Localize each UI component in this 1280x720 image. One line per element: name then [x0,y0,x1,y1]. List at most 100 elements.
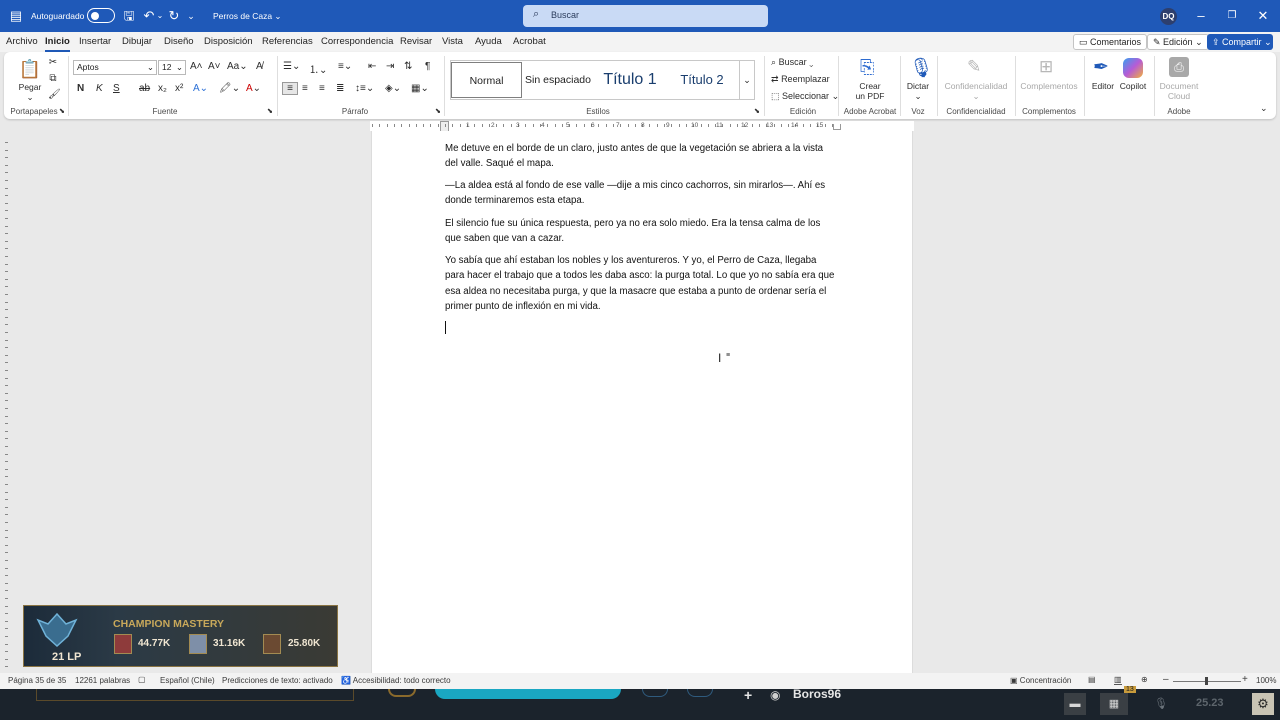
editing-mode-button[interactable]: ✎ Edición ⌄ [1147,34,1209,50]
format-painter-icon[interactable]: 🖌 [48,89,61,100]
comments-button[interactable]: ▭ Comentarios [1073,34,1148,50]
proofing-icon[interactable]: ▢ [138,675,146,684]
italic-button[interactable]: K [96,83,103,94]
create-pdf-button[interactable]: Crear un PDF [850,81,890,101]
language-indicator[interactable]: Español (Chile) [160,676,215,685]
style-normal[interactable]: Normal [451,62,522,98]
clear-format-icon[interactable]: A̸ [256,61,263,72]
search-box[interactable]: ⌕ Buscar [523,5,768,27]
font-launcher-icon[interactable]: ⬊ [267,107,273,115]
document-page[interactable] [371,131,913,673]
copilot-icon[interactable] [1123,58,1143,78]
decrease-indent-icon[interactable]: ⇤ [368,61,376,72]
bold-button[interactable]: N [77,83,84,94]
style-no-spacing[interactable]: Sin espaciado [522,62,594,98]
collapse-ribbon-icon[interactable]: ⌄ [1260,103,1268,114]
shading-icon[interactable]: ◈⌄ [385,83,401,94]
focus-mode-button[interactable]: ▣ Concentración [1010,676,1071,685]
underline-button[interactable]: S [113,83,120,94]
subscript-icon[interactable]: x₂ [158,83,167,94]
borders-icon[interactable]: ▦⌄ [411,83,429,94]
word-count[interactable]: 12261 palabras [75,676,130,685]
accessibility-checker[interactable]: ♿ Accesibilidad: todo correcto [341,676,451,685]
dictate-button[interactable]: Dictar ⌄ [903,81,933,101]
document-title[interactable]: Perros de Caza ⌄ [213,11,282,22]
word-app-icon[interactable]: ▤ [8,0,24,32]
tab-inicio[interactable]: Inicio [45,32,70,52]
avatar[interactable]: DQ [1160,8,1177,25]
font-color-icon[interactable]: A⌄ [246,83,261,94]
autosave-toggle[interactable] [87,8,115,23]
restore-icon[interactable]: ❐ [1224,0,1240,32]
read-mode-icon[interactable]: ▤ [1088,675,1096,684]
multilevel-list-icon[interactable]: ≡⌄ [338,61,352,72]
editor-button[interactable]: Editor [1088,81,1118,91]
tab-disposicion[interactable]: Disposición [204,32,253,52]
strikethrough-icon[interactable]: ab [139,83,150,94]
save-icon[interactable]: 🖫 [121,0,137,32]
addins-button[interactable]: Complementos [1018,81,1080,91]
zoom-level[interactable]: 100% [1256,676,1276,685]
increase-indent-icon[interactable]: ⇥ [386,61,394,72]
text-effects-icon[interactable]: A⌄ [193,83,208,94]
tab-ayuda[interactable]: Ayuda [475,32,502,52]
zoom-out-icon[interactable]: – [1163,674,1169,685]
clipboard-launcher-icon[interactable]: ⬊ [59,107,65,115]
show-marks-icon[interactable]: ¶ [425,61,430,72]
minimize-icon[interactable]: – [1193,0,1209,32]
close-icon[interactable]: ✕ [1255,0,1271,32]
page-count[interactable]: Página 35 de 35 [8,676,66,685]
tab-referencias[interactable]: Referencias [262,32,313,52]
tab-dibujar[interactable]: Dibujar [122,32,152,52]
line-spacing-icon[interactable]: ↕≡⌄ [355,83,374,94]
font-family-select[interactable]: Aptos ⌄ [73,60,157,75]
add-friend-icon[interactable]: + [744,687,752,703]
tab-correspondencia[interactable]: Correspondencia [321,32,393,52]
tab-archivo[interactable]: Archivo [6,32,38,52]
shrink-font-icon[interactable]: A˅ [208,61,221,72]
settings-gear-icon[interactable]: ⚙ [1252,693,1274,715]
justify-icon[interactable]: ≣ [336,83,344,94]
styles-launcher-icon[interactable]: ⬊ [754,107,760,115]
style-heading-2[interactable]: Título 2 [668,62,736,98]
addins-icon[interactable]: ⊞ [1039,57,1053,77]
tab-diseno[interactable]: Diseño [164,32,194,52]
create-pdf-icon[interactable]: ⎘ [860,57,874,78]
paste-button[interactable]: Pegar ⌄ [14,82,46,102]
change-case-icon[interactable]: Aa⌄ [227,61,248,72]
undo-icon[interactable]: ↶ [141,0,157,32]
tab-insertar[interactable]: Insertar [79,32,111,52]
text-predictions[interactable]: Predicciones de texto: activado [222,676,333,685]
voice-icon[interactable]: 🎙 [1150,693,1172,715]
document-cloud-icon[interactable]: ⎙ [1169,57,1189,77]
customize-toolbar-icon[interactable]: ⌄ [186,0,196,32]
align-center-icon[interactable]: ≡ [302,83,308,94]
undo-dropdown-icon[interactable]: ⌄ [156,0,164,32]
grow-font-icon[interactable]: A˄ [190,61,203,72]
document-paragraph[interactable]: Yo sabía que ahí estaban los nobles y lo… [445,253,835,315]
zoom-in-icon[interactable]: + [1242,674,1248,685]
sort-icon[interactable]: ⇅ [404,61,412,72]
chat-icon[interactable]: ▬ [1064,693,1086,715]
tab-acrobat[interactable]: Acrobat [513,32,546,52]
inventory-icon[interactable]: ▦ [1100,693,1128,715]
bullets-icon[interactable]: ☰⌄ [283,61,300,72]
cut-icon[interactable]: ✂ [48,57,58,68]
document-paragraph[interactable]: El silencio fue su única respuesta, pero… [445,216,835,247]
tab-vista[interactable]: Vista [442,32,463,52]
print-layout-icon[interactable]: ▥ [1114,675,1122,685]
editor-icon[interactable]: ✒ [1093,56,1109,79]
zoom-slider-thumb[interactable] [1205,677,1208,685]
copilot-button[interactable]: Copilot [1117,81,1149,91]
document-cloud-button[interactable]: Document Cloud [1156,81,1202,101]
align-right-icon[interactable]: ≡ [319,83,325,94]
highlight-icon[interactable]: 🖍⌄ [219,83,240,94]
web-layout-icon[interactable]: ⊕ [1141,675,1148,684]
style-heading-1[interactable]: Título 1 [596,62,664,98]
select-button[interactable]: ⬚ Seleccionar ⌄ [771,91,839,102]
confidentiality-icon[interactable]: ✎ [967,57,981,77]
paragraph-launcher-icon[interactable]: ⬊ [435,107,441,115]
microphone-icon[interactable]: 🎙 [909,56,933,80]
copy-icon[interactable]: ⧉ [48,73,58,84]
styles-more-icon[interactable]: ⌄ [739,60,755,100]
